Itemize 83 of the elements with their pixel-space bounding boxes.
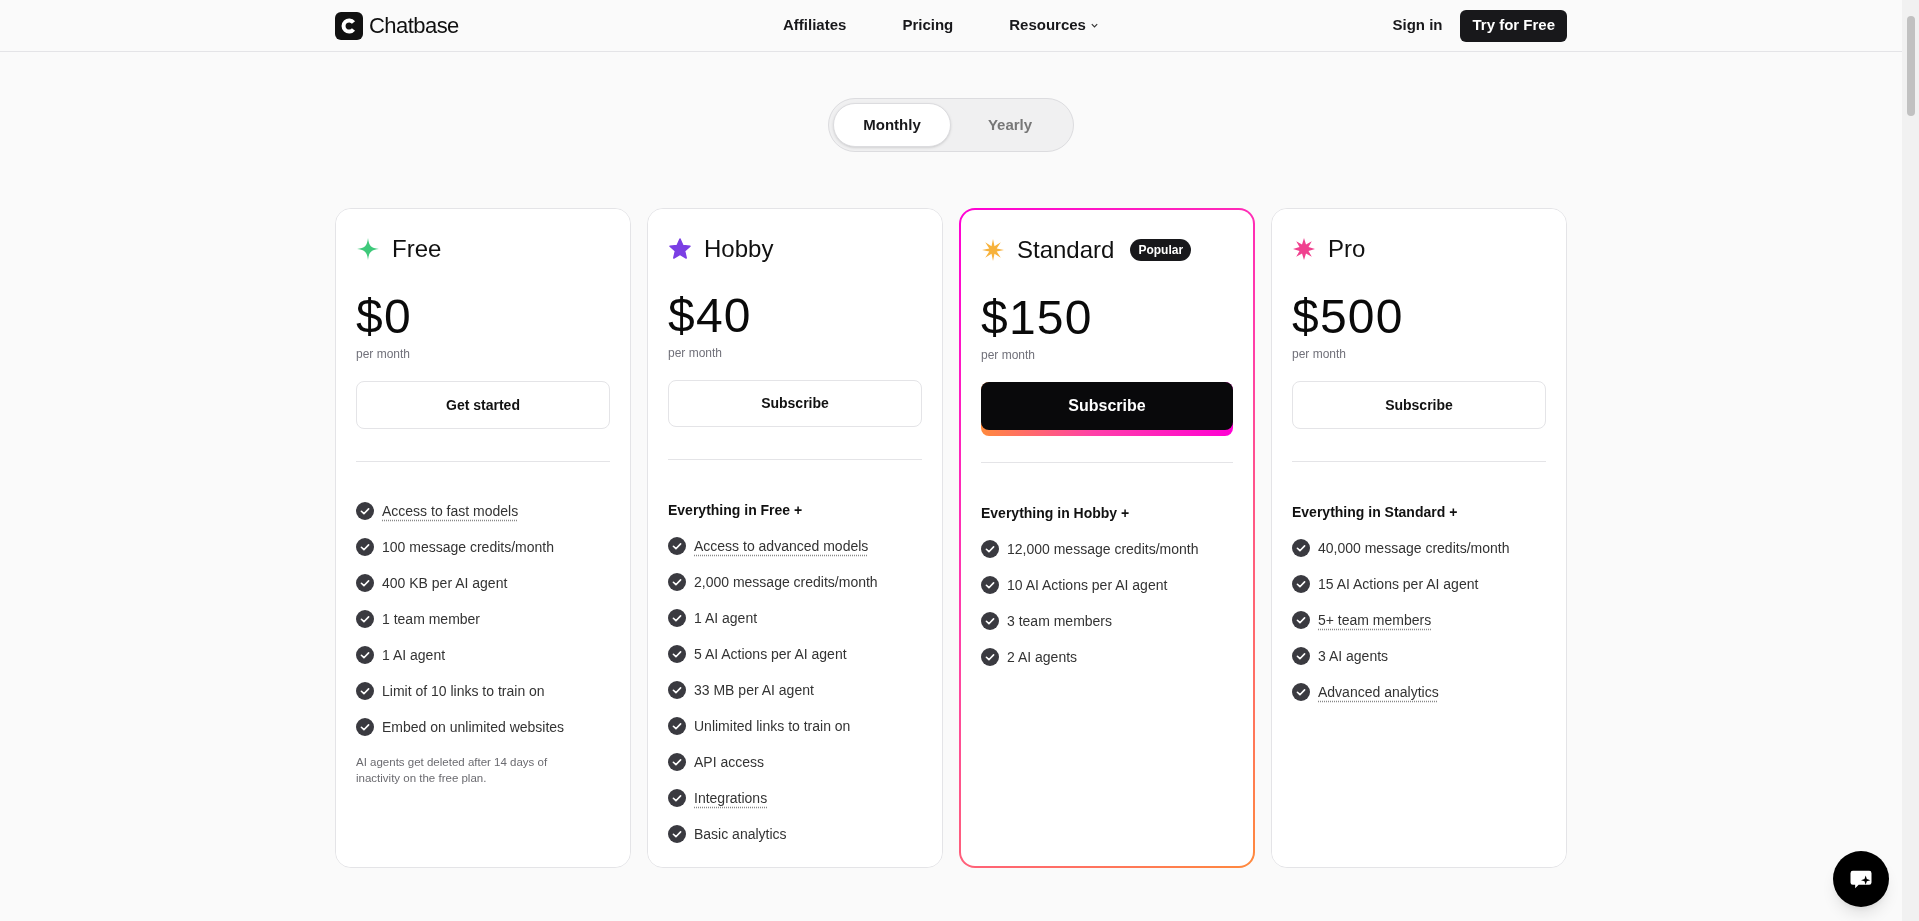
price: $150 — [981, 292, 1094, 344]
check-icon — [356, 646, 374, 664]
check-icon — [356, 610, 374, 628]
feature-text: 12,000 message credits/month — [1007, 539, 1199, 559]
check-icon — [668, 825, 686, 843]
feature-text: 400 KB per AI agent — [382, 573, 508, 593]
price-period: per month — [1292, 346, 1348, 363]
feature-text: 10 AI Actions per AI agent — [1007, 575, 1168, 595]
sign-in-link[interactable]: Sign in — [1392, 14, 1443, 37]
check-icon — [981, 540, 999, 558]
check-icon — [668, 537, 686, 555]
feature-text: Embed on unlimited websites — [382, 717, 565, 737]
check-icon — [356, 538, 374, 556]
check-icon — [668, 573, 686, 591]
check-icon — [1292, 611, 1310, 629]
check-icon — [1292, 539, 1310, 557]
plan-button[interactable]: Subscribe — [1292, 381, 1546, 429]
feature-text: 3 AI agents — [1318, 646, 1389, 666]
feature-text: 2 AI agents — [1007, 647, 1078, 667]
check-icon — [668, 789, 686, 807]
try-free-button[interactable]: Try for Free — [1460, 9, 1567, 42]
logo-icon — [335, 11, 363, 40]
nav-link[interactable]: Resources — [1009, 14, 1099, 37]
feature-text: 3 team members — [1007, 611, 1113, 631]
plan-name: Hobby — [704, 233, 774, 264]
billing-tab[interactable]: Monthly — [833, 103, 951, 147]
check-icon — [668, 717, 686, 735]
check-icon — [981, 612, 999, 630]
plan-name: Standard — [1017, 235, 1115, 265]
price: $0 — [356, 291, 413, 343]
billing-tab[interactable]: Yearly — [951, 103, 1069, 147]
chat-button[interactable] — [1833, 851, 1889, 907]
plan-name: Free — [392, 234, 442, 264]
check-icon — [356, 502, 374, 520]
plan-button[interactable]: Subscribe — [668, 380, 922, 427]
plan-button[interactable]: Subscribe — [981, 382, 1233, 436]
scrollbar[interactable] — [1902, 0, 1919, 921]
feature-text: Access to fast models — [382, 501, 519, 521]
feature-text: 1 AI agent — [694, 608, 758, 628]
check-icon — [981, 576, 999, 594]
feature-text: 100 message credits/month — [382, 537, 554, 557]
plan-note: AI agents get deleted after 14 days of inactivity on the free plan. — [356, 755, 549, 786]
check-icon — [356, 682, 374, 700]
chevron-down-icon — [1089, 21, 1099, 30]
price-period: per month — [981, 347, 1037, 364]
features-heading: Everything in Hobby + — [981, 504, 1131, 523]
feature-text: API access — [694, 752, 765, 772]
check-icon — [356, 574, 374, 592]
check-icon — [1292, 575, 1310, 593]
feature-text: 15 AI Actions per AI agent — [1318, 574, 1479, 594]
price: $500 — [1292, 291, 1405, 343]
feature-text: Limit of 10 links to train on — [382, 681, 545, 701]
price: $40 — [668, 290, 753, 343]
check-icon — [668, 681, 686, 699]
check-icon — [668, 645, 686, 663]
check-icon — [981, 648, 999, 666]
feature-text: 2,000 message credits/month — [694, 572, 878, 592]
feature-text: 33 MB per AI agent — [694, 680, 814, 700]
nav-link[interactable]: Pricing — [902, 14, 954, 37]
plan-button[interactable]: Get started — [356, 381, 610, 429]
price-period: per month — [668, 345, 724, 363]
feature-text: Access to advanced models — [694, 536, 869, 556]
check-icon — [668, 753, 686, 771]
features-heading: Everything in Standard + — [1292, 503, 1459, 522]
features-heading: Everything in Free + — [668, 501, 804, 520]
feature-text: Integrations — [694, 788, 768, 808]
feature-text: 1 team member — [382, 609, 481, 629]
feature-text: 1 AI agent — [382, 645, 446, 665]
check-icon — [1292, 647, 1310, 665]
nav-link[interactable]: Affiliates — [783, 14, 847, 37]
feature-text: 5 AI Actions per AI agent — [694, 644, 847, 664]
feature-text: 40,000 message credits/month — [1318, 538, 1510, 558]
feature-text: Basic analytics — [694, 824, 787, 844]
feature-text: 5+ team members — [1318, 610, 1432, 630]
check-icon — [1292, 683, 1310, 701]
check-icon — [668, 609, 686, 627]
price-period: per month — [356, 346, 412, 363]
feature-text: Unlimited links to train on — [694, 716, 851, 736]
logo-text: Chatbase — [369, 12, 459, 40]
popular-badge: Popular — [1130, 239, 1192, 261]
plan-name: Pro — [1328, 234, 1366, 264]
check-icon — [356, 718, 374, 736]
feature-text: Advanced analytics — [1318, 682, 1439, 702]
